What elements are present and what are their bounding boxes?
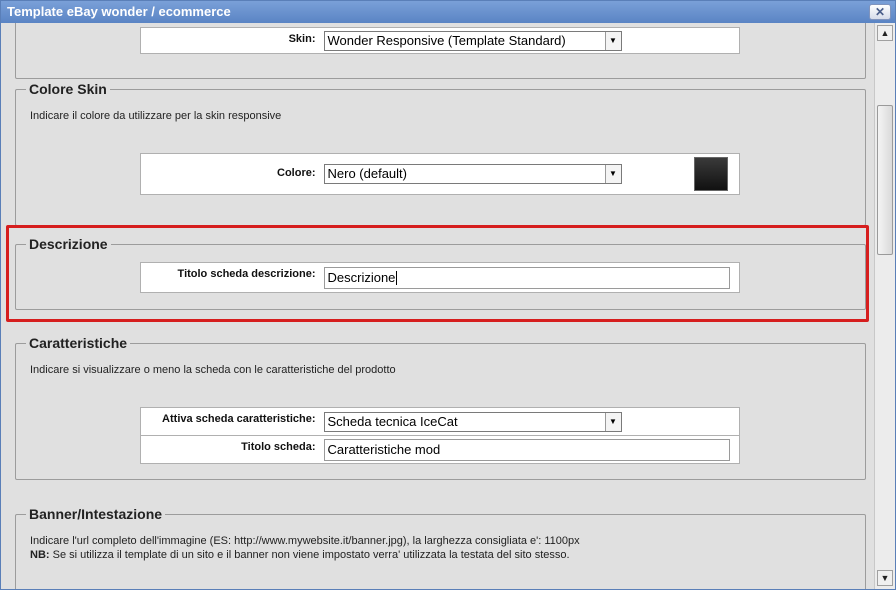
colore-skin-section: Colore Skin Indicare il colore da utiliz… [15,81,866,226]
banner-description-line2: NB: Se si utilizza il template di un sit… [30,549,570,561]
banner-section: Banner/Intestazione Indicare l'url compl… [15,506,866,589]
titolo-scheda-input[interactable]: Caratteristiche mod [323,438,730,461]
close-icon: ✕ [874,5,886,19]
skin-select-value: Wonder Responsive (Template Standard) [327,33,566,48]
colore-skin-legend: Colore Skin [26,81,110,97]
window-title: Template eBay wonder / ecommerce [7,4,231,19]
skin-select[interactable]: Wonder Responsive (Template Standard) ▼ [323,31,622,51]
attiva-label: Attiva scheda caratteristiche: [162,413,316,425]
colore-form: Colore: Nero (default) ▼ [140,153,740,195]
titolo-scheda-label: Titolo scheda: [140,435,324,464]
banner-description-line1: Indicare l'url completo dell'immagine (E… [30,535,580,547]
caratteristiche-section: Caratteristiche Indicare si visualizzare… [15,335,866,480]
close-button[interactable]: ✕ [869,4,891,20]
titolo-scheda-value: Caratteristiche mod [327,441,441,457]
skin-form: Skin: Wonder Responsive (Template Standa… [140,27,740,54]
scroll-thumb[interactable] [877,105,893,255]
chevron-down-icon: ▼ [604,165,621,183]
attiva-select[interactable]: Scheda tecnica IceCat ▼ [323,411,622,432]
chevron-down-icon: ▼ [604,412,621,431]
dialog-window: Template eBay wonder / ecommerce ✕ Skin:… [0,0,896,590]
scroll-down-icon[interactable]: ▼ [877,570,893,586]
caratteristiche-description: Indicare si visualizzare o meno la sched… [30,364,396,376]
colore-select[interactable]: Nero (default) ▼ [323,164,622,184]
scroll-content: Skin: Wonder Responsive (Template Standa… [2,23,874,589]
scroll-up-icon[interactable]: ▲ [877,25,893,41]
colore-skin-description: Indicare il colore da utilizzare per la … [30,110,282,122]
attiva-select-value: Scheda tecnica IceCat [327,413,458,429]
caratteristiche-legend: Caratteristiche [26,335,131,351]
highlight-box [6,225,869,322]
colore-label: Colore: [277,167,316,179]
caratteristiche-form: Attiva scheda caratteristiche: Scheda te… [140,407,740,464]
banner-legend: Banner/Intestazione [26,506,166,522]
title-bar: Template eBay wonder / ecommerce ✕ [1,1,895,23]
color-swatch[interactable] [693,157,728,191]
skin-section: Skin: Wonder Responsive (Template Standa… [15,23,866,79]
chevron-down-icon: ▼ [604,32,621,50]
nb-label: NB: [30,549,50,561]
skin-label: Skin: [288,33,316,45]
banner-note: Se si utilizza il template di un sito e … [52,549,570,561]
colore-select-value: Nero (default) [327,166,407,181]
vertical-scrollbar[interactable]: ▲ ▼ [874,23,895,589]
